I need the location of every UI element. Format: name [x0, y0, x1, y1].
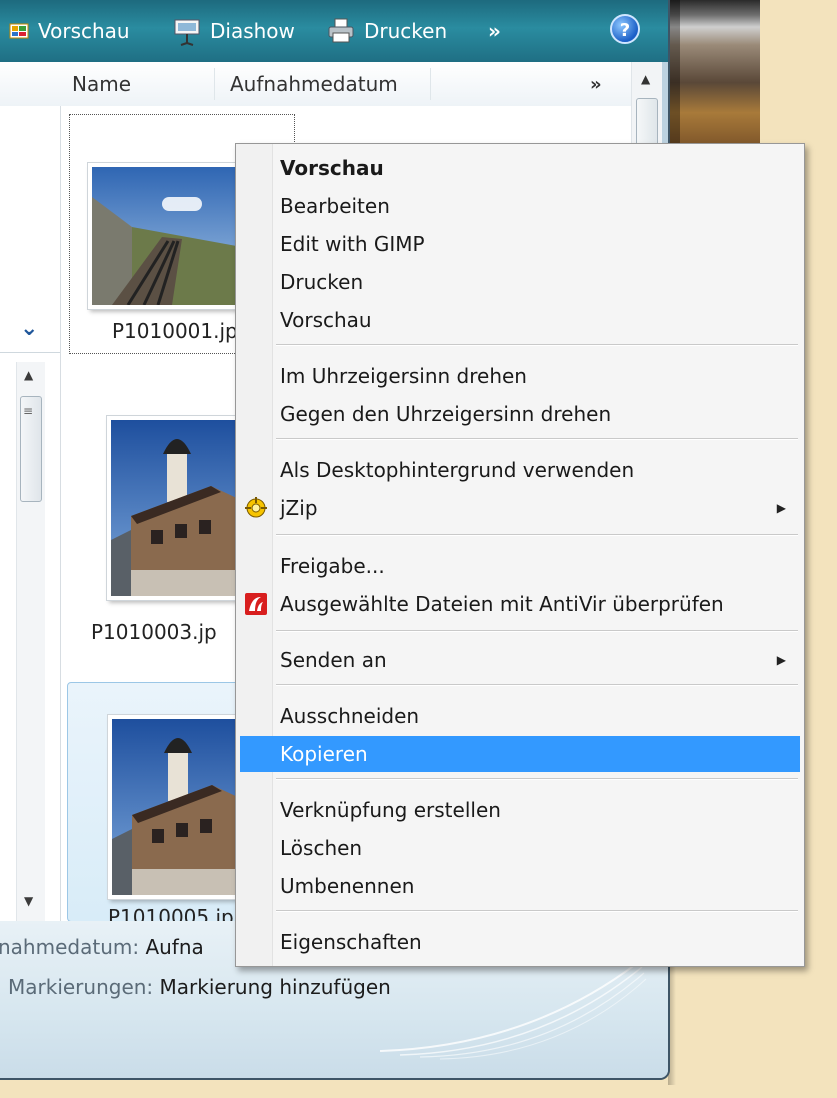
- menu-item-edit[interactable]: Bearbeiten: [240, 188, 800, 224]
- menu-item-properties[interactable]: Eigenschaften: [240, 924, 800, 960]
- menu-item-rename[interactable]: Umbenennen: [240, 868, 800, 904]
- scroll-up-arrow-icon[interactable]: ▲: [24, 368, 33, 382]
- file-name: P1010001.jp: [112, 319, 238, 343]
- command-bar: Vorschau Diashow Drucken » ?: [0, 0, 668, 62]
- column-name[interactable]: Name: [72, 72, 131, 96]
- file-name: P1010003.jp: [91, 620, 217, 644]
- preview-icon: [9, 23, 29, 39]
- date-value[interactable]: Aufna: [145, 935, 203, 959]
- navigation-pane: ⌄ ▲ ≡ ▼: [0, 106, 61, 922]
- preview-label: Vorschau: [38, 19, 130, 43]
- menu-item-label: jZip: [280, 496, 318, 520]
- menu-item-preview-default[interactable]: Vorschau: [240, 150, 800, 186]
- scroll-thumb[interactable]: [636, 98, 658, 148]
- background-photo: [668, 0, 760, 150]
- column-date-taken[interactable]: Aufnahmedatum: [230, 72, 398, 96]
- help-icon[interactable]: ?: [610, 14, 640, 44]
- menu-item-jzip[interactable]: jZip ▶: [240, 490, 800, 526]
- menu-separator: [276, 438, 798, 440]
- divider: [0, 352, 60, 353]
- submenu-arrow-icon: ▶: [776, 501, 786, 515]
- slideshow-label: Diashow: [210, 19, 295, 43]
- menu-item-label: Senden an: [280, 648, 387, 672]
- column-divider[interactable]: [214, 68, 215, 100]
- menu-item-set-desktop-background[interactable]: Als Desktophintergrund verwenden: [240, 452, 800, 488]
- menu-item-copy[interactable]: Kopieren: [240, 736, 800, 772]
- details-row-tags: Markierungen: Markierung hinzufügen: [8, 975, 391, 999]
- file-name: P1010005.jp: [108, 905, 234, 921]
- menu-separator: [276, 778, 798, 780]
- menu-item-create-shortcut[interactable]: Verknüpfung erstellen: [240, 792, 800, 828]
- thumbnail: [88, 163, 246, 309]
- slideshow-button[interactable]: Diashow: [172, 14, 295, 48]
- menu-item-antivir-scan[interactable]: Ausgewählte Dateien mit AntiVir überprüf…: [240, 586, 800, 622]
- menu-item-delete[interactable]: Löschen: [240, 830, 800, 866]
- context-menu: Vorschau Bearbeiten Edit with GIMP Druck…: [235, 143, 805, 967]
- scroll-down-arrow-icon[interactable]: ▼: [24, 894, 33, 908]
- date-label: nahmedatum:: [0, 935, 140, 959]
- grip-icon: ≡: [23, 404, 34, 418]
- scroll-up-arrow-icon[interactable]: ▲: [641, 72, 650, 86]
- menu-item-rotate-clockwise[interactable]: Im Uhrzeigersinn drehen: [240, 358, 800, 394]
- column-divider[interactable]: [430, 68, 431, 100]
- tags-value[interactable]: Markierung hinzufügen: [160, 975, 391, 999]
- menu-item-send-to[interactable]: Senden an ▶: [240, 642, 800, 678]
- menu-separator: [276, 344, 798, 346]
- menu-separator: [276, 534, 798, 536]
- menu-item-label: Ausgewählte Dateien mit AntiVir überprüf…: [280, 592, 724, 616]
- jzip-icon: [245, 497, 267, 518]
- menu-separator: [276, 630, 798, 632]
- thumbnail: [108, 715, 246, 899]
- antivir-icon: [245, 593, 267, 615]
- decorative-swoosh: [380, 960, 647, 1060]
- preview-button[interactable]: Vorschau: [8, 14, 130, 48]
- menu-separator: [276, 910, 798, 912]
- details-row-date: nahmedatum: Aufna: [0, 935, 204, 959]
- column-header: Name Aufnahmedatum »: [0, 62, 660, 107]
- slideshow-icon: [174, 19, 200, 46]
- menu-item-share[interactable]: Freigabe...: [240, 548, 800, 584]
- printer-icon: [328, 18, 354, 43]
- print-button[interactable]: Drucken: [326, 14, 447, 48]
- menu-item-edit-with-gimp[interactable]: Edit with GIMP: [240, 226, 800, 262]
- menu-item-cut[interactable]: Ausschneiden: [240, 698, 800, 734]
- print-label: Drucken: [364, 19, 448, 43]
- nav-scrollbar[interactable]: ▲ ≡ ▼: [16, 362, 45, 922]
- menu-item-preview[interactable]: Vorschau: [240, 302, 800, 338]
- more-commands-label: »: [488, 19, 501, 43]
- submenu-arrow-icon: ▶: [776, 653, 786, 667]
- menu-item-print[interactable]: Drucken: [240, 264, 800, 300]
- more-commands-button[interactable]: »: [488, 14, 501, 48]
- menu-separator: [276, 684, 798, 686]
- chevron-down-icon[interactable]: ⌄: [20, 316, 38, 341]
- thumbnail: [107, 416, 245, 600]
- tags-label: Markierungen:: [8, 975, 154, 999]
- columns-more-button[interactable]: »: [590, 74, 602, 95]
- menu-item-rotate-counterclockwise[interactable]: Gegen den Uhrzeigersinn drehen: [240, 396, 800, 432]
